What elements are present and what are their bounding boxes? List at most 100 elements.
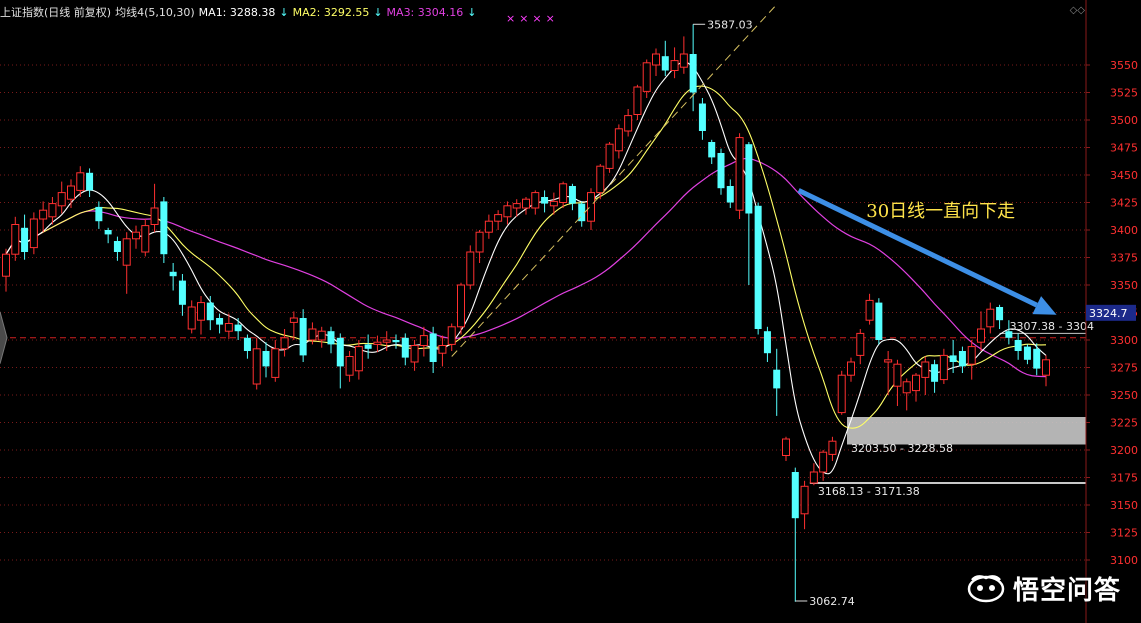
- candle-up: [512, 203, 521, 209]
- candle-up: [893, 363, 902, 387]
- candle-up: [373, 341, 382, 345]
- axis-tick-label: 3175: [1110, 472, 1138, 485]
- candle-up: [67, 185, 75, 200]
- candle-up: [939, 354, 948, 381]
- candle-down: [262, 351, 270, 367]
- candle-up: [150, 207, 159, 225]
- candle-down: [1014, 340, 1022, 351]
- candle-down: [773, 369, 781, 389]
- ma-group-label: 均线4(5,10,30): [115, 6, 195, 19]
- marker-stars: ××××: [506, 12, 559, 25]
- candle-down: [541, 197, 549, 204]
- candle-up: [457, 284, 465, 328]
- candle-down: [113, 241, 121, 252]
- candle-down: [949, 355, 957, 362]
- candle-up: [11, 224, 20, 255]
- candle-down: [169, 271, 177, 277]
- ma2-down-arrow-icon: ↓: [373, 6, 383, 19]
- ma5-line: [5, 61, 1047, 475]
- candle-down: [745, 144, 753, 214]
- candle-down: [243, 337, 251, 351]
- candle-up: [317, 330, 326, 341]
- candle-up: [912, 374, 920, 392]
- candle-up: [252, 348, 261, 385]
- candle-up: [735, 137, 744, 211]
- candle-down: [401, 337, 409, 358]
- candle-up: [466, 251, 475, 286]
- candle-down: [216, 318, 224, 325]
- candle-up: [382, 339, 391, 343]
- watermark-text: 悟空问答: [1012, 576, 1121, 606]
- axis-tick-label: 3275: [1110, 362, 1138, 375]
- axis-tick-label: 3525: [1110, 87, 1138, 100]
- candle-down: [698, 103, 706, 131]
- watermark: 悟空问答: [967, 570, 1121, 607]
- candle-down: [429, 333, 437, 362]
- axis-tick-label: 3150: [1110, 499, 1138, 512]
- candle-down: [1023, 346, 1031, 360]
- panel-toggle-icons[interactable]: ◇◇: [1070, 5, 1085, 16]
- candle-down: [726, 186, 734, 203]
- axis-tick-label: 3250: [1110, 389, 1138, 402]
- candle-up: [39, 209, 48, 220]
- candle-up: [819, 451, 828, 473]
- candle-up: [48, 203, 57, 218]
- candle-up: [986, 308, 995, 328]
- ma2-label: MA2: 3292.55: [292, 6, 370, 19]
- index-title: 上证指数(日线 前复权): [0, 6, 112, 19]
- axis-tick-label: 3425: [1110, 197, 1138, 210]
- candle-up: [837, 374, 846, 414]
- candle-down: [21, 227, 29, 252]
- axis-tick-label: 3475: [1110, 142, 1138, 155]
- candle-up: [679, 53, 688, 68]
- candle-down: [95, 206, 103, 222]
- candle-down: [336, 337, 344, 367]
- ma1-down-arrow-icon: ↓: [279, 6, 289, 19]
- candle-up: [76, 172, 85, 191]
- axis-tick-label: 3125: [1110, 527, 1138, 540]
- candle-up: [782, 438, 790, 456]
- support-range-label: 3168.13 - 3171.38: [818, 485, 920, 498]
- candle-down: [299, 318, 307, 356]
- candle-down: [234, 324, 242, 332]
- candle-up: [447, 326, 456, 345]
- scroll-left-handle-icon: [0, 311, 8, 364]
- axis-tick-label: 3300: [1110, 334, 1138, 347]
- candle-up: [484, 220, 493, 233]
- candle-down: [178, 280, 186, 305]
- candle-up: [800, 485, 809, 515]
- candle-up: [1042, 359, 1050, 376]
- candle-up: [522, 198, 530, 209]
- support-zone-box: [847, 417, 1086, 445]
- trend-line: [451, 4, 778, 357]
- candle-down: [327, 331, 335, 345]
- candle-up: [57, 192, 66, 207]
- axis-tick-label: 3225: [1110, 417, 1138, 430]
- candle-down: [206, 302, 214, 321]
- axis-tick-label: 3100: [1110, 554, 1138, 567]
- candle-up: [289, 317, 298, 323]
- candle-up: [809, 471, 818, 484]
- candle-down: [86, 172, 94, 191]
- candle-up: [2, 253, 10, 277]
- candle-up: [224, 323, 233, 332]
- candle-up: [652, 53, 660, 66]
- candle-up: [141, 225, 150, 253]
- candle-up: [884, 359, 893, 363]
- candle-up: [438, 345, 447, 354]
- resistance-range-label: 3307.38 - 3304: [1010, 320, 1094, 333]
- axis-tick-label: 3500: [1110, 114, 1138, 127]
- annotation-overlay: 30日线一直向下走 3587.03 3062.74 3203.50 - 3228.58…: [451, 4, 1094, 608]
- wukong-logo-icon: [967, 574, 1005, 602]
- candle-up: [633, 86, 642, 115]
- candle-down: [931, 364, 939, 382]
- candle-up: [419, 335, 428, 347]
- candle-up: [670, 60, 679, 71]
- candle-down: [791, 472, 799, 519]
- candle-down: [364, 344, 372, 349]
- candle-up: [828, 440, 837, 455]
- ma3-down-arrow-icon: ↓: [467, 6, 477, 19]
- low-price-label: 3062.74: [809, 595, 855, 608]
- ma10-line: [5, 85, 1047, 429]
- candle-up: [605, 143, 614, 169]
